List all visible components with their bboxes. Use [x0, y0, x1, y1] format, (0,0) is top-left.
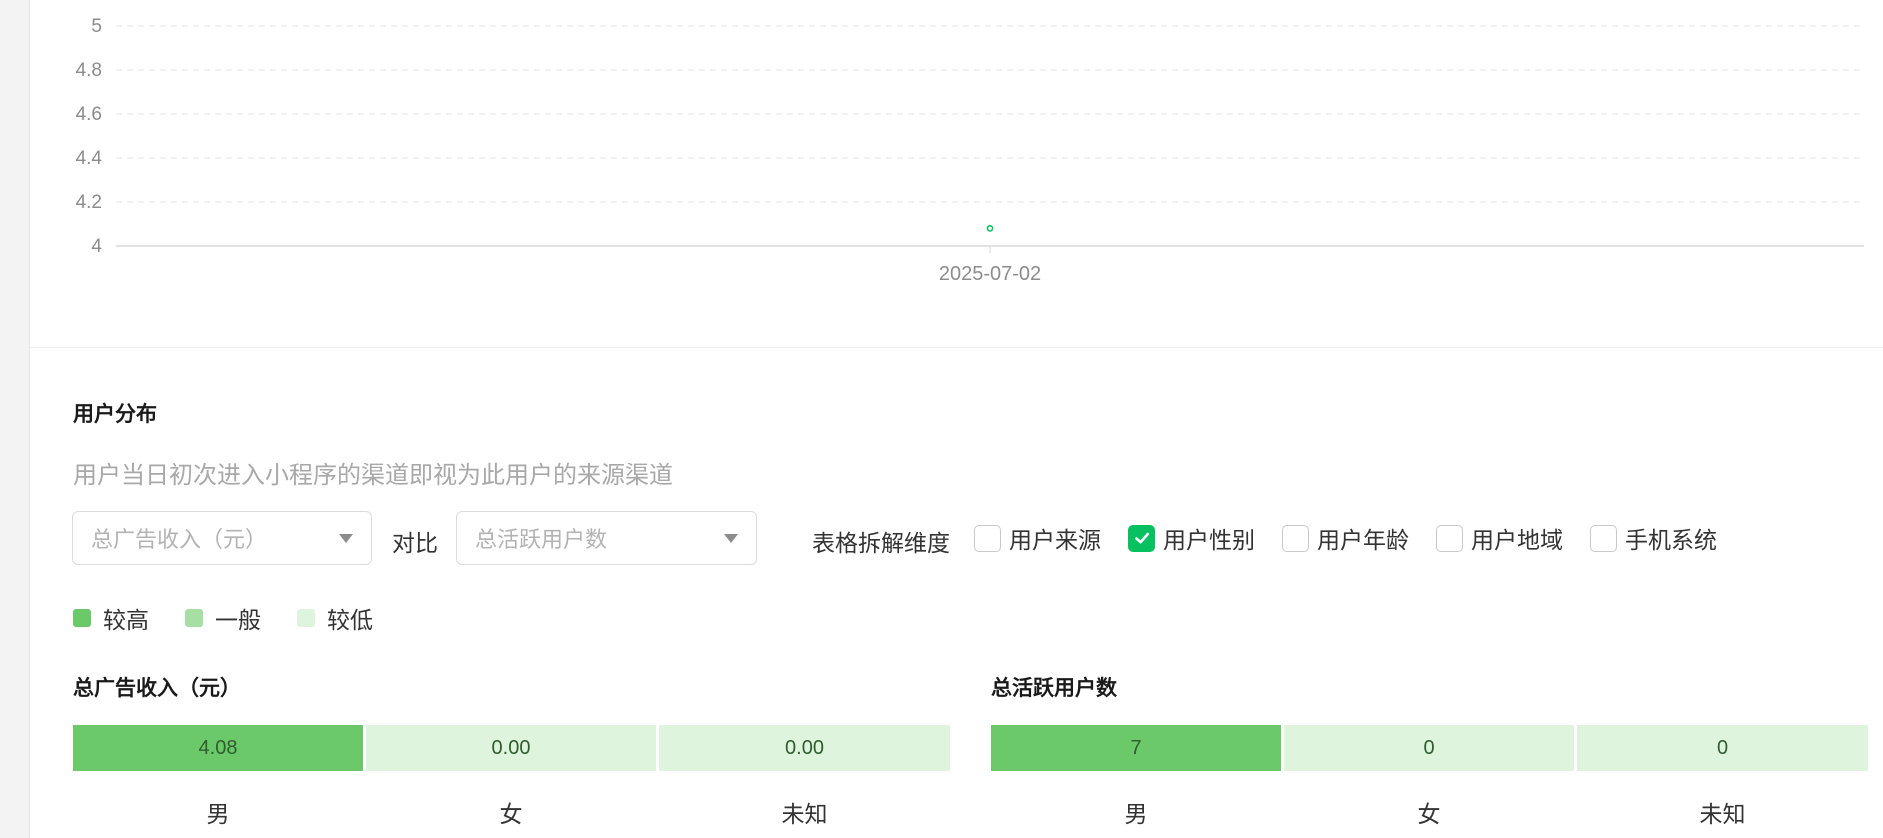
dimension-checkbox-os[interactable]: 手机系统: [1590, 523, 1717, 553]
compare-label: 对比: [392, 530, 438, 556]
table-title-active-users: 总活跃用户数: [991, 677, 1117, 700]
legend-item-high: 较高: [73, 604, 149, 633]
heatmap-cell: 0.00: [366, 725, 656, 771]
data-point[interactable]: [986, 224, 994, 232]
left-rail: [0, 0, 30, 838]
section-title: 用户分布: [73, 403, 157, 426]
metric-select-a-placeholder: 总广告收入（元）: [91, 527, 268, 552]
checkbox-checked-icon[interactable]: [1128, 524, 1155, 552]
dimension-checkbox-label: 用户性别: [1163, 527, 1255, 553]
section-divider: [30, 347, 1883, 348]
heatmap-cell: 0.00: [659, 725, 950, 771]
legend-swatch: [185, 609, 203, 627]
metric-select-b-placeholder: 总活跃用户数: [475, 527, 608, 552]
caret-down-icon: [724, 534, 738, 543]
y-tick-label: 4.6: [76, 104, 102, 125]
dimension-checkbox-gender[interactable]: 用户性别: [1128, 523, 1255, 553]
legend-swatch: [297, 609, 315, 627]
heatmap-row-active-users: 7 0 0: [991, 725, 1868, 771]
legend-swatch: [73, 609, 91, 627]
dimension-checkbox-label: 手机系统: [1625, 527, 1717, 553]
table-title-ad-revenue: 总广告收入（元）: [73, 677, 241, 700]
checkbox-icon[interactable]: [974, 524, 1001, 552]
heatmap-cell: 7: [991, 725, 1281, 771]
category-label: 未知: [781, 801, 828, 827]
metric-select-b[interactable]: 总活跃用户数: [456, 511, 757, 565]
checkbox-icon[interactable]: [1436, 524, 1463, 552]
y-tick-label: 4: [91, 236, 102, 257]
legend-item-low: 较低: [297, 604, 373, 633]
heatmap-cell: 0: [1577, 725, 1868, 771]
dimension-label: 表格拆解维度: [812, 530, 950, 556]
dimension-checkbox-label: 用户地域: [1471, 527, 1563, 553]
legend-label: 一般: [215, 607, 261, 633]
caret-down-icon: [339, 534, 353, 543]
legend-label: 较低: [327, 607, 373, 633]
heatmap-row-ad-revenue: 4.08 0.00 0.00: [73, 725, 950, 771]
dimension-checkbox-age[interactable]: 用户年龄: [1282, 523, 1409, 553]
category-label: 男: [1124, 801, 1148, 827]
heatmap-cell: 4.08: [73, 725, 363, 771]
y-tick-label: 5: [91, 16, 102, 37]
trend-chart: 4 4.2 4.4 4.6 4.8 5 2025-07-02: [76, 16, 1864, 285]
y-tick-label: 4.2: [76, 192, 102, 213]
category-label: 未知: [1699, 801, 1746, 827]
y-tick-label: 4.4: [76, 148, 103, 169]
metric-select-a[interactable]: 总广告收入（元）: [72, 511, 372, 565]
heatmap-cell: 0: [1284, 725, 1574, 771]
content-card: 4 4.2 4.4 4.6 4.8 5 2025-07-02 用户分布 用户当日初次进入小程…: [30, 0, 1883, 838]
category-label: 女: [499, 801, 523, 827]
checkbox-icon[interactable]: [1590, 524, 1617, 552]
section-description: 用户当日初次进入小程序的渠道即视为此用户的来源渠道: [73, 462, 673, 489]
legend-label: 较高: [103, 607, 149, 633]
heatmap-labels-ad-revenue: 男 女 未知: [73, 795, 950, 829]
category-label: 男: [206, 801, 230, 827]
checkmark-icon: [1134, 532, 1149, 544]
checkbox-icon[interactable]: [1282, 524, 1309, 552]
x-tick-label: 2025-07-02: [939, 263, 1041, 285]
dimension-checkbox-label: 用户来源: [1009, 527, 1101, 553]
heatmap-labels-active-users: 男 女 未知: [991, 795, 1868, 829]
category-label: 女: [1417, 801, 1441, 827]
dimension-checkbox-label: 用户年龄: [1317, 527, 1409, 553]
dimension-checkbox-source[interactable]: 用户来源: [974, 523, 1101, 553]
dimension-checkbox-region[interactable]: 用户地域: [1436, 523, 1563, 553]
y-tick-label: 4.8: [76, 60, 102, 81]
legend-item-medium: 一般: [185, 604, 261, 633]
